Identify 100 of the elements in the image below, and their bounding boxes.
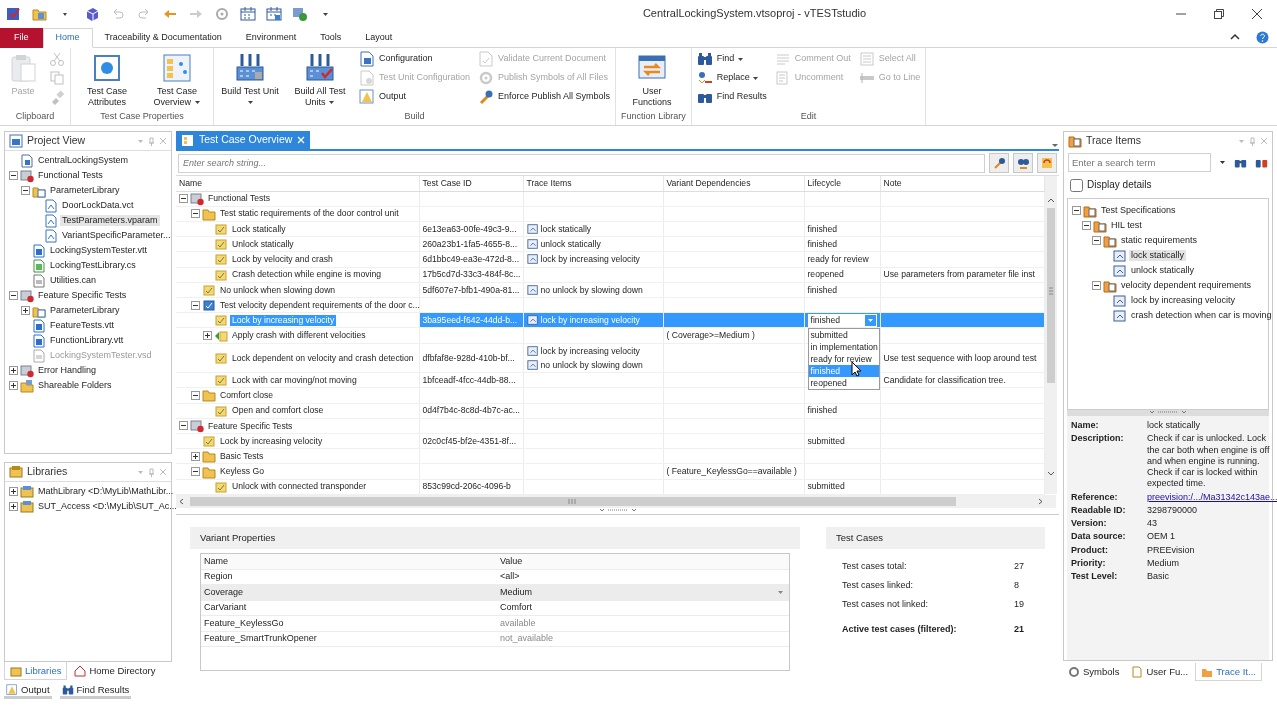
table-row[interactable]: Lock by velocity and crash 6d1bbc49-ea3e-472d-8... lock by increasing velocity ready for review [176,251,1044,268]
tree-item[interactable]: FeatureTests.vtt [48,319,117,332]
collapse-icon[interactable] [179,194,188,204]
collapse-icon[interactable] [1072,206,1081,215]
ribbon-button[interactable]: Test Case Overview [146,51,208,109]
ribbon-tab[interactable]: File [0,28,43,48]
tree-item[interactable]: ParameterLibrary [48,184,122,197]
tree-item[interactable]: Feature Specific Tests [36,289,129,302]
tree-item[interactable]: MathLibrary <D:\MyLib\MathLibr... [36,485,176,498]
expand-icon[interactable] [9,487,18,496]
table-row[interactable]: Basic Tests [176,448,1044,464]
ribbon-button[interactable]: Output [359,89,471,105]
ribbon-tab[interactable]: Layout [353,28,405,48]
caret-icon[interactable] [328,98,335,106]
document-tab[interactable]: Test Case Overview [176,131,311,149]
panel-tab[interactable]: Trace It... [1195,663,1262,681]
checkbox[interactable] [1070,178,1083,192]
logo-icon[interactable] [6,6,22,22]
ribbon-button[interactable]: Configuration [359,51,471,67]
dropdown-option[interactable]: ready for review [808,353,879,366]
ribbon-tab[interactable]: Home [42,28,93,48]
ribbon-button[interactable]: Build All Test Units [289,51,351,109]
panel-tab[interactable]: User Fu... [1126,663,1194,681]
toolbar-button[interactable] [1037,153,1057,173]
collapse-icon[interactable] [1082,221,1091,230]
dropdown-option[interactable]: submitted [808,329,879,342]
tree-item[interactable]: static requirements [1119,234,1200,247]
search-field[interactable]: Enter search string... [178,153,985,173]
tree-item[interactable]: DoorLockData.vct [60,199,136,212]
panel-tab[interactable]: Home Directory [69,662,161,680]
column-header[interactable]: Value [497,555,787,567]
restore-icon[interactable] [1213,8,1225,20]
ribbon-button[interactable]: Test Case Attributes [76,51,138,109]
caret-icon[interactable] [736,55,744,63]
ribbon-button[interactable]: Build Test Unit [219,51,281,109]
table-row[interactable]: Lock statically 6e13ea63-00fe-49c3-9... lock statically finished [176,221,1044,237]
tree-item[interactable]: Test Specifications [1099,204,1178,217]
expand-icon[interactable] [9,381,18,390]
tree-item[interactable]: unlock statically [1129,264,1197,277]
collapse-icon[interactable] [1092,236,1101,245]
tree-item[interactable]: crash detection when car is moving [1129,309,1274,322]
close-icon[interactable] [1251,8,1263,20]
property-row[interactable]: Coverage Medium [201,585,789,601]
tree-item[interactable]: velocity dependent requirements [1119,279,1254,292]
table-row[interactable]: Functional Tests [176,191,1044,207]
tree-item[interactable]: TestParameters.vparam [60,214,160,227]
ribbon-button[interactable]: Find [696,51,767,67]
calendar-icon[interactable] [240,6,256,22]
table-row[interactable]: No unlock when slowing down 5df607e7-bfb1-490a-81... no unlock by slowing down finished [176,282,1044,298]
table-row[interactable]: Keyless Go ( Feature_KeylessGo==available ) [176,463,1044,480]
caret-icon[interactable] [1219,158,1226,166]
panel-tab[interactable]: Output [4,683,52,699]
expand-icon[interactable] [191,451,200,461]
tree-item[interactable]: SUT_Access <D:\MyLib\SUT_Ac... [36,500,179,513]
ribbon-tab[interactable]: Tools [308,28,354,48]
expand-icon[interactable] [21,306,30,315]
caret-icon[interactable] [193,98,201,106]
column-header[interactable]: Note [880,176,1044,191]
column-header[interactable]: Name [201,555,497,567]
combobox[interactable]: finished [807,313,877,327]
tree-item[interactable]: LockingSystemTester.vtt [48,244,150,257]
expand-icon[interactable] [9,502,18,511]
panel-tab[interactable]: Symbols [1063,663,1125,681]
ribbon-tab[interactable]: Environment [233,28,309,48]
tree-item[interactable]: Error Handling [36,364,99,377]
collapse-icon[interactable] [179,421,188,431]
table-row[interactable]: Test static requirements of the door control unit [176,206,1044,222]
table-row[interactable]: Test velocity dependent requirements of the door c... [176,297,1044,313]
collapse-icon[interactable] [21,186,30,195]
tree-item[interactable]: ParameterLibrary [48,304,122,317]
collapse-icon[interactable] [9,291,18,300]
splitter-handle[interactable] [1148,410,1188,415]
property-row[interactable]: Feature_SmartTrunkOpener not_available [201,631,789,647]
tree-item[interactable]: lock by increasing velocity [1129,294,1238,307]
ribbon-button[interactable]: Replace [696,70,767,86]
collapse-ribbon-icon[interactable] [1230,33,1240,41]
tree-item[interactable]: Shareable Folders [36,379,114,392]
ribbon-button[interactable]: Find Results [696,89,767,105]
tree-item[interactable]: Functional Tests [36,169,105,182]
table-row[interactable]: Crash detection while engine is moving 17b5cd7d-33c3-484f-8c... reopened Use parameters from parameter file inst [176,267,1044,283]
ribbon-button[interactable]: Enforce Publish All Symbols [478,89,611,105]
calendar-icon[interactable] [266,6,282,22]
tree-item[interactable]: lock statically [1129,249,1186,262]
column-header[interactable]: Test Case ID [419,176,523,191]
scrollbar[interactable] [176,495,1056,508]
panel-tab[interactable]: Libraries [4,662,68,680]
panel-tab[interactable]: Find Results [59,683,132,699]
help-icon[interactable] [1256,30,1269,44]
tree-item[interactable]: VariantSpecificParameter... [60,229,173,242]
caret-icon[interactable] [246,98,254,106]
collapse-icon[interactable] [191,390,200,400]
column-header[interactable]: Trace Items [523,176,663,191]
expand-icon[interactable] [203,331,212,341]
table-row[interactable]: Comfort close [176,387,1044,404]
tree-item[interactable]: HIL test [1109,219,1144,232]
caret-icon[interactable] [752,74,760,82]
collapse-icon[interactable] [191,300,200,310]
column-header[interactable]: Variant Dependencies [663,176,804,191]
collapse-icon[interactable] [191,467,200,477]
dropdown-option[interactable]: reopened [808,377,879,390]
